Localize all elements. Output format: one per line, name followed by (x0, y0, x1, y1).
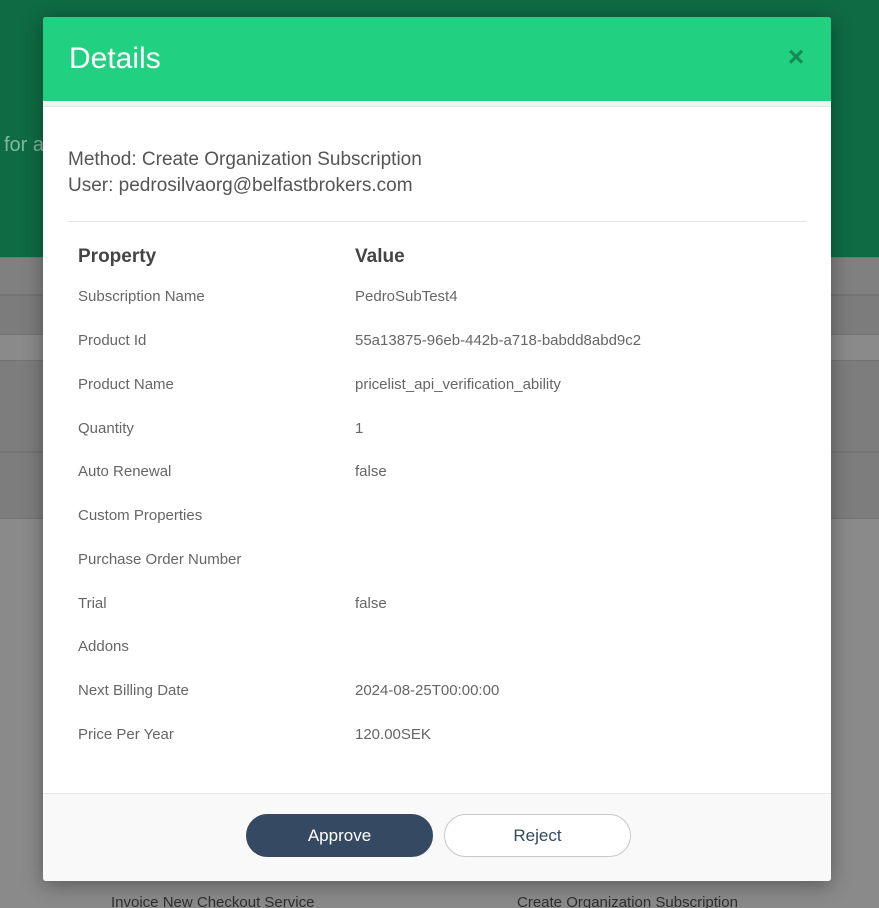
table-row: Product Id 55a13875-96eb-442b-a718-babdd… (78, 332, 778, 376)
modal-title: Details (69, 42, 161, 75)
table-row: Next Billing Date 2024-08-25T00:00:00 (78, 682, 778, 726)
row-property: Trial (78, 595, 107, 612)
column-header-value: Value (355, 246, 405, 267)
table-row: Quantity 1 (78, 420, 778, 464)
table-row: Custom Properties (78, 507, 778, 551)
method-line: Method: Create Organization Subscription (68, 149, 422, 170)
row-property: Custom Properties (78, 507, 203, 524)
row-property: Product Id (78, 332, 147, 349)
row-property: Next Billing Date (78, 682, 189, 699)
row-property: Purchase Order Number (78, 551, 242, 568)
reject-button[interactable]: Reject (444, 814, 631, 857)
table-row: Subscription Name PedroSubTest4 (78, 288, 778, 332)
divider (68, 221, 806, 222)
header-strip (43, 101, 831, 107)
background-row-text: Invoice New Checkout Service (111, 894, 315, 908)
row-property: Auto Renewal (78, 463, 172, 480)
row-value: 120.00SEK (355, 726, 431, 743)
row-value: 1 (355, 420, 364, 437)
row-value: 2024-08-25T00:00:00 (355, 682, 500, 699)
request-meta: Method: Create Organization Subscription… (68, 147, 422, 199)
modal-footer: Approve Reject (43, 793, 831, 881)
row-property: Product Name (78, 376, 174, 393)
row-property: Subscription Name (78, 288, 205, 305)
close-icon[interactable]: × (784, 43, 808, 71)
row-value: PedroSubTest4 (355, 288, 458, 305)
approve-button[interactable]: Approve (246, 814, 433, 857)
row-value: false (355, 463, 387, 480)
table-row: Addons (78, 638, 778, 682)
table-row: Purchase Order Number (78, 551, 778, 595)
background-header-text: for a (4, 134, 45, 156)
row-value: false (355, 595, 387, 612)
background-row-text: Create Organization Subscription (517, 894, 738, 908)
modal-header: Details × (43, 17, 831, 101)
row-value: 55a13875-96eb-442b-a718-babdd8abd9c2 (355, 332, 642, 349)
details-modal: Details × Method: Create Organization Su… (43, 17, 831, 881)
table-row: Price Per Year 120.00SEK (78, 726, 778, 770)
column-header-property: Property (78, 246, 157, 267)
row-value: pricelist_api_verification_ability (355, 376, 561, 393)
row-property: Addons (78, 638, 129, 655)
row-property: Price Per Year (78, 726, 174, 743)
table-row: Product Name pricelist_api_verification_… (78, 376, 778, 420)
user-line: User: pedrosilvaorg@belfastbrokers.com (68, 175, 413, 196)
table-row: Auto Renewal false (78, 463, 778, 507)
row-property: Quantity (78, 420, 134, 437)
table-row: Trial false (78, 595, 778, 639)
